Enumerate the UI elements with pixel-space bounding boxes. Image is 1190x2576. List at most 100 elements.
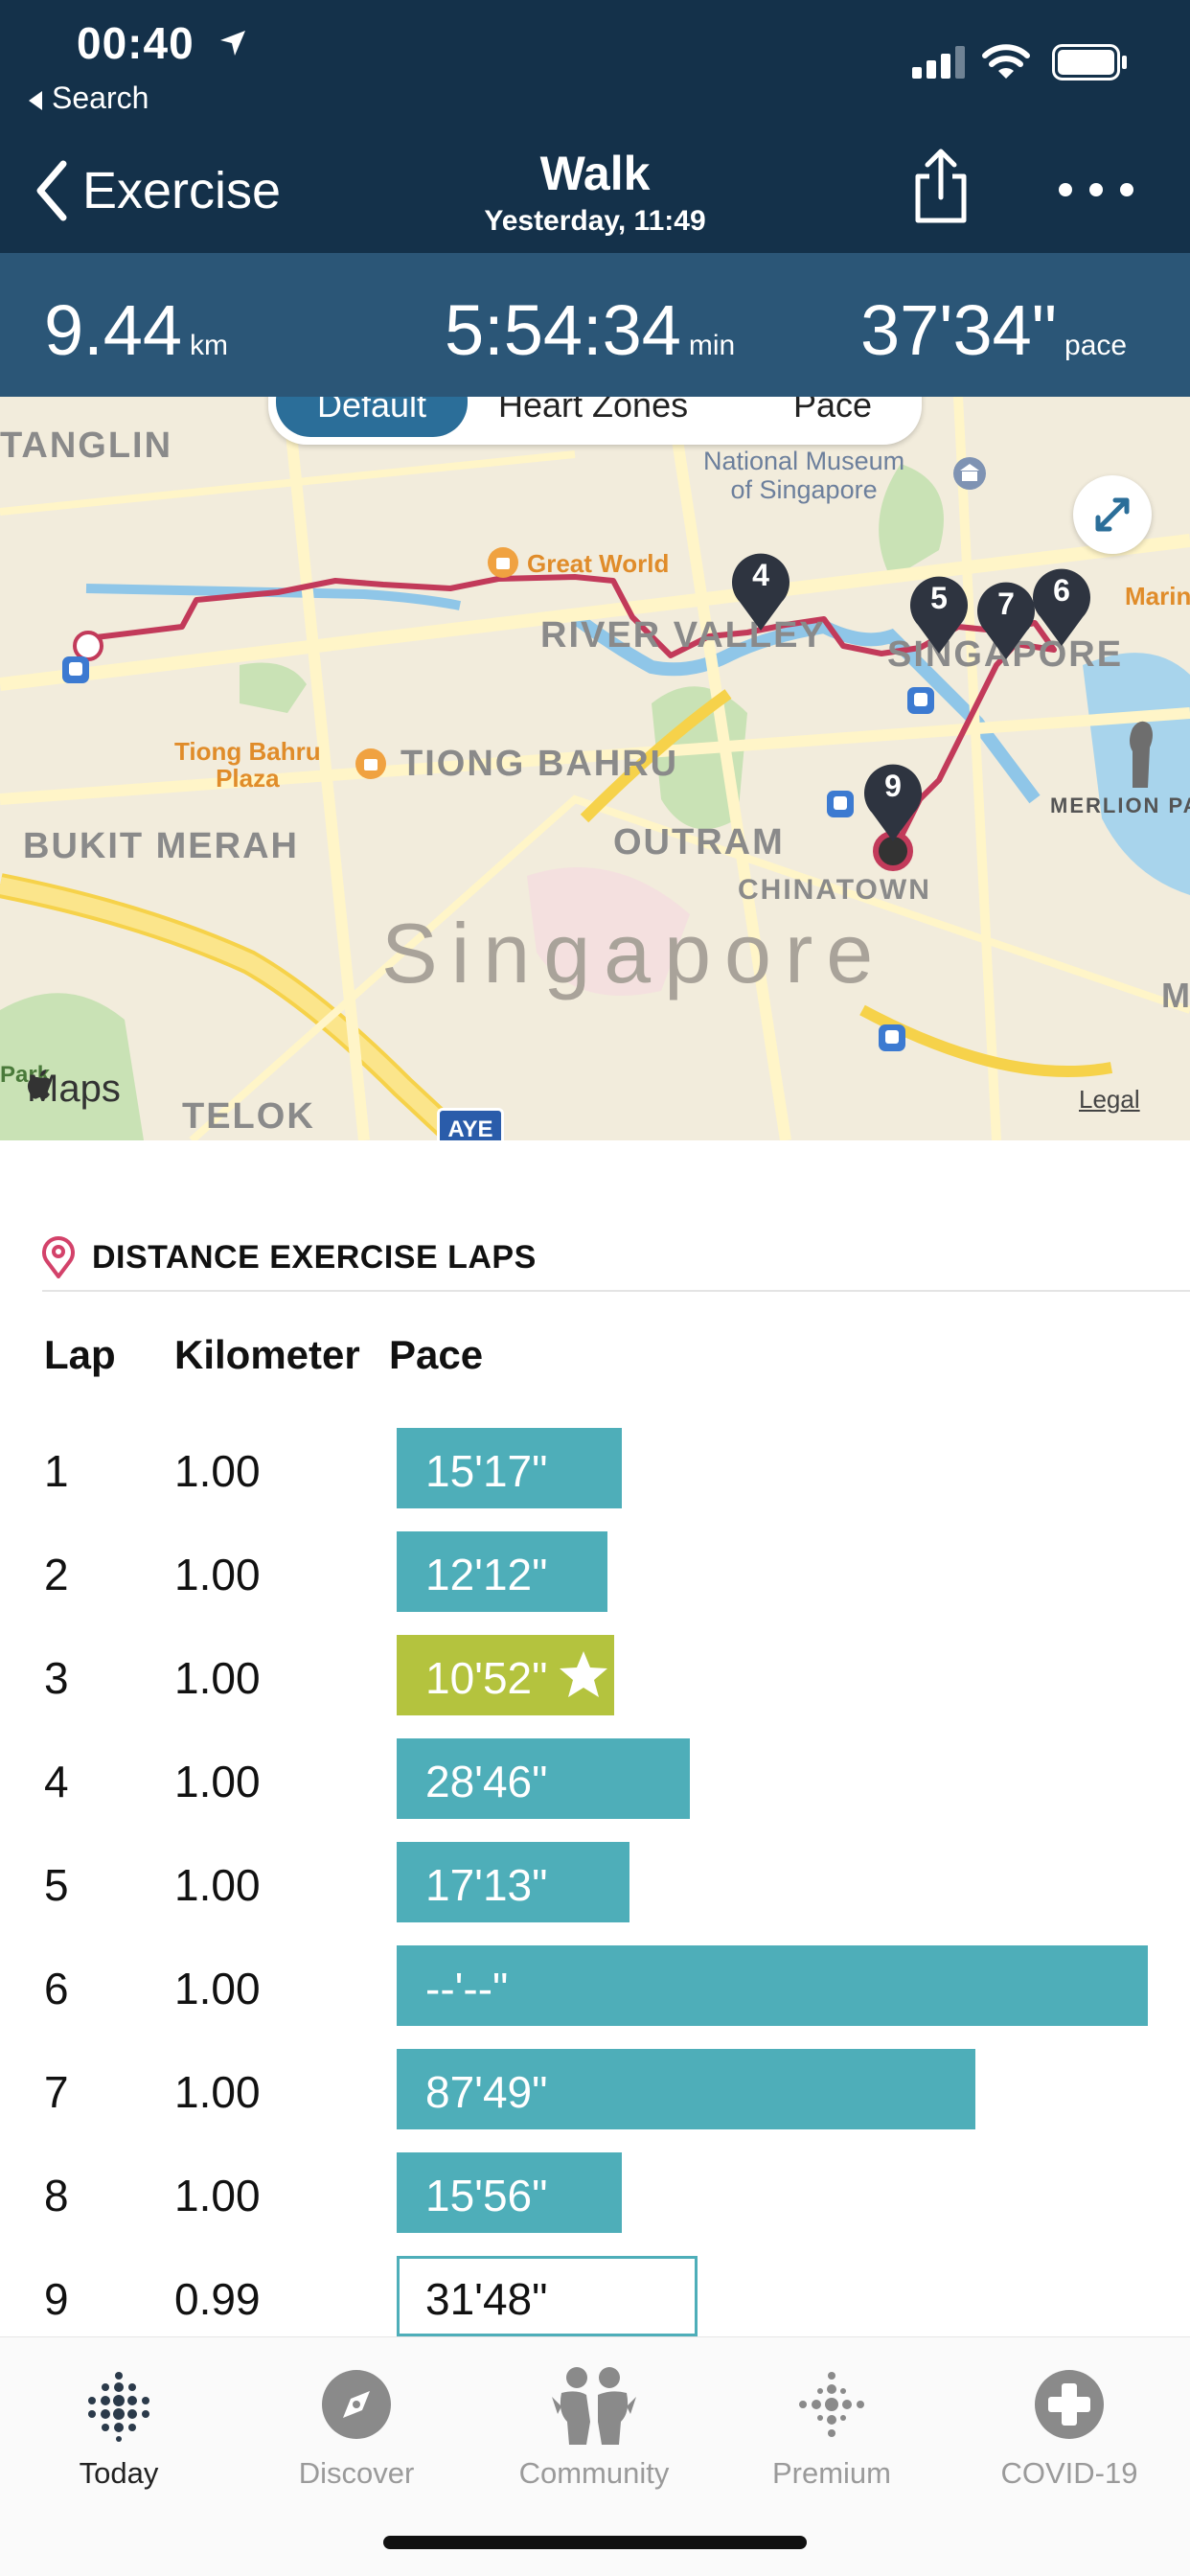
- lap-marker-label: 6: [1053, 573, 1070, 608]
- lap-row: 6 1.00 --'--": [0, 1934, 1190, 2037]
- more-options-icon[interactable]: [1058, 182, 1134, 197]
- map-label-chinatown: CHINATOWN: [738, 874, 931, 906]
- summary-stats-bar: 9.44 km 5:54:34 min 37'34" pace: [0, 253, 1190, 397]
- lap-row: 3 1.00 10'52": [0, 1623, 1190, 1727]
- map-label-telok: TELOK: [182, 1096, 315, 1137]
- expand-arrows-icon: [1095, 497, 1130, 532]
- tab-today[interactable]: Today: [0, 2357, 238, 2491]
- cellular-signal-icon: [912, 46, 965, 79]
- back-triangle-icon: [29, 90, 42, 110]
- back-to-search-link[interactable]: Search: [29, 80, 149, 116]
- apple-maps-logo: Maps: [27, 1068, 121, 1111]
- medical-cross-icon: [1035, 2370, 1104, 2439]
- distance-stat: 9.44 km: [44, 289, 228, 371]
- lap-number: 8: [44, 2171, 69, 2220]
- tab-discover[interactable]: Discover: [238, 2357, 475, 2491]
- lap-kilometers: 1.00: [174, 1446, 261, 1496]
- lap-row: 5 1.00 17'13": [0, 1830, 1190, 1934]
- lap-marker-label: 4: [752, 558, 769, 592]
- back-to-exercise-button[interactable]: Exercise: [34, 157, 281, 224]
- lap-pace-value: 28'46": [425, 1757, 548, 1806]
- lap-pace-value: 15'56": [425, 2171, 548, 2220]
- segment-heart-zones[interactable]: Heart Zones: [498, 397, 688, 426]
- lap-number: 4: [44, 1757, 69, 1806]
- expand-map-button[interactable]: [1073, 475, 1152, 554]
- tab-premium[interactable]: Premium: [713, 2357, 950, 2491]
- legal-link[interactable]: Legal: [1079, 1085, 1140, 1115]
- map-label-outram: OUTRAM: [613, 822, 785, 862]
- lap-kilometers: 1.00: [174, 2067, 261, 2117]
- map-label-merlion: MERLION PA: [1050, 794, 1190, 817]
- shopping-poi-icon: [355, 748, 386, 779]
- share-icon[interactable]: [910, 148, 972, 224]
- lap-number: 6: [44, 1964, 69, 2013]
- lap-pace-bar: 15'17": [397, 1428, 622, 1508]
- lap-marker-4[interactable]: 4: [726, 546, 795, 632]
- lap-marker-9[interactable]: 9: [858, 757, 927, 843]
- home-indicator[interactable]: [383, 2536, 807, 2549]
- lap-kilometers: 1.00: [174, 1757, 261, 1806]
- wifi-icon: [982, 44, 1030, 79]
- duration-unit: min: [688, 330, 736, 361]
- lap-pace-bar: 17'13": [397, 1842, 629, 1922]
- pace-value: 37'34": [860, 290, 1058, 370]
- map-label-tiong-bahru: TIONG BAHRU: [400, 744, 679, 784]
- lap-pace-value: 31'48": [425, 2274, 548, 2324]
- laps-section-title: DISTANCE EXERCISE LAPS: [92, 1238, 537, 1276]
- lap-marker-6[interactable]: 6: [1027, 562, 1096, 648]
- lap-pace-bar: 28'46": [397, 1738, 690, 1819]
- lap-pace-bar: 12'12": [397, 1531, 607, 1612]
- lap-pace-bar: 87'49": [397, 2049, 975, 2129]
- community-people-icon: [552, 2367, 636, 2445]
- lap-pace-value: 10'52": [425, 1653, 548, 1703]
- lap-kilometers: 1.00: [174, 1653, 261, 1703]
- best-lap-star-icon: [560, 1651, 608, 1697]
- back-label: Exercise: [82, 162, 282, 219]
- map-label-marina: Marin: [1125, 582, 1190, 610]
- distance-unit: km: [190, 330, 229, 361]
- map-mode-segmented-control[interactable]: Default Heart Zones Pace: [268, 397, 922, 445]
- map-label-bukit-merah: BUKIT MERAH: [23, 826, 299, 866]
- pace-stat: 37'34" pace: [860, 289, 1127, 371]
- segment-pace[interactable]: Pace: [793, 397, 872, 426]
- museum-icon: [953, 457, 986, 490]
- laps-section-header: DISTANCE EXERCISE LAPS: [42, 1236, 537, 1278]
- duration-stat: 5:54:34 min: [445, 289, 735, 371]
- lap-pace-bar: --'--": [397, 1945, 1148, 2026]
- back-app-label: Search: [52, 80, 149, 115]
- premium-dots-icon: [799, 2372, 864, 2437]
- lap-number: 3: [44, 1653, 69, 1703]
- today-dots-icon: [88, 2372, 149, 2442]
- lap-pace-value: 17'13": [425, 1860, 548, 1910]
- great-world-poi-icon: [488, 547, 518, 578]
- lap-kilometers: 0.99: [174, 2274, 261, 2324]
- tab-label: COVID-19: [1000, 2456, 1138, 2490]
- lap-row: 9 0.99 31'48": [0, 2244, 1190, 2348]
- column-header-pace: Pace: [389, 1332, 484, 1377]
- tab-community[interactable]: Community: [475, 2357, 713, 2491]
- section-divider: [42, 1290, 1190, 1292]
- lap-number: 5: [44, 1860, 69, 1910]
- lap-pace-bar-best: 10'52": [397, 1635, 614, 1715]
- map-label-museum: National Museum of Singapore: [703, 447, 905, 504]
- lap-pace-bar: 31'48": [397, 2256, 698, 2336]
- segment-default[interactable]: Default: [276, 397, 468, 437]
- lap-number: 9: [44, 2274, 69, 2324]
- lap-marker-5[interactable]: 5: [904, 569, 973, 656]
- lap-number: 1: [44, 1446, 69, 1496]
- lap-pace-bar: 15'56": [397, 2152, 622, 2233]
- tab-covid-19[interactable]: COVID-19: [950, 2357, 1188, 2491]
- compass-icon: [322, 2370, 391, 2439]
- lap-kilometers: 1.00: [174, 1964, 261, 2013]
- location-arrow-icon: [220, 31, 245, 56]
- map-label-great-world: Great World: [527, 549, 670, 578]
- column-header-kilometer: Kilometer: [174, 1332, 360, 1377]
- mrt-station-icon: [827, 791, 854, 817]
- lap-kilometers: 1.00: [174, 1550, 261, 1599]
- lap-kilometers: 1.00: [174, 1860, 261, 1910]
- pace-unit: pace: [1064, 330, 1128, 361]
- tab-label: Discover: [298, 2456, 415, 2490]
- lap-number: 2: [44, 1550, 69, 1599]
- route-map[interactable]: Default Heart Zones Pace TANGLIN Nationa…: [0, 397, 1190, 1140]
- mrt-station-icon: [62, 656, 89, 683]
